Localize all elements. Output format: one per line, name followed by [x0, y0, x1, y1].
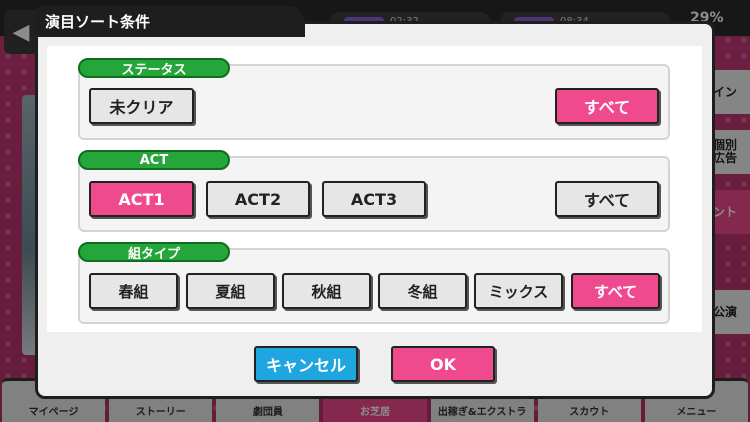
filter-spring-troupe-button[interactable]: 春組: [89, 273, 178, 309]
filter-winter-troupe-button[interactable]: 冬組: [378, 273, 467, 309]
dialog-title: 演目ソート条件: [35, 6, 305, 37]
filter-uncleared-button[interactable]: 未クリア: [89, 88, 194, 124]
filter-summer-troupe-button[interactable]: 夏組: [186, 273, 275, 309]
filter-act1-button[interactable]: ACT1: [89, 181, 194, 217]
filter-mix-button[interactable]: ミックス: [474, 273, 563, 309]
ok-button[interactable]: OK: [391, 346, 495, 382]
filter-autumn-troupe-button[interactable]: 秋組: [282, 273, 371, 309]
filter-act3-button[interactable]: ACT3: [322, 181, 426, 217]
section-label-status: ステータス: [78, 58, 230, 78]
filter-act2-button[interactable]: ACT2: [206, 181, 310, 217]
filter-status-all-button[interactable]: すべて: [555, 88, 659, 124]
filter-act-all-button[interactable]: すべて: [555, 181, 659, 217]
cancel-button[interactable]: キャンセル: [254, 346, 358, 382]
filter-troupe-all-button[interactable]: すべて: [571, 273, 660, 309]
section-label-troupe-type: 組タイプ: [78, 242, 230, 262]
section-label-act: ACT: [78, 150, 230, 170]
screen: ◀ 02:32 08:34 29% イン 個別 広告 ント 公演 マイページ ス…: [0, 0, 750, 422]
